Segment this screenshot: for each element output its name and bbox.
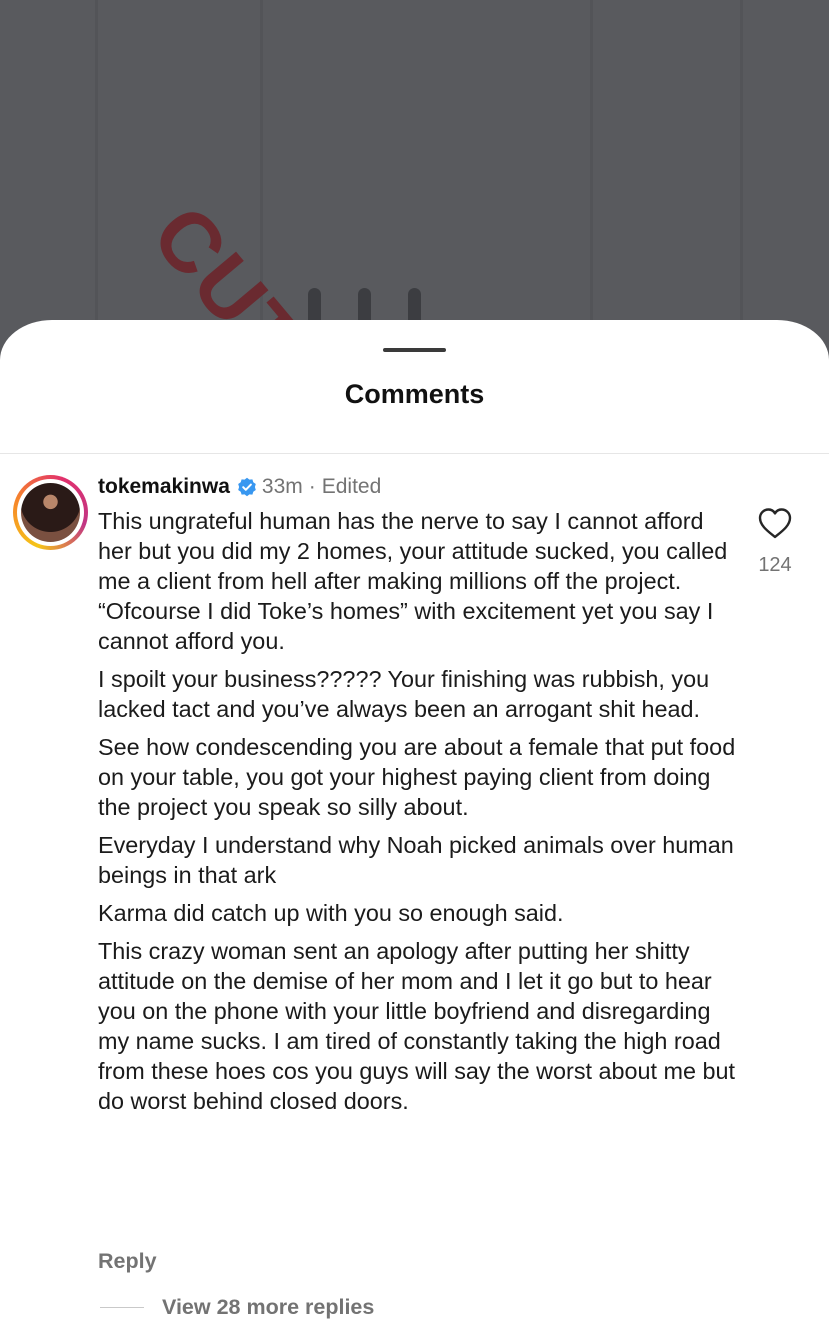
background-stripe (590, 0, 593, 360)
comment-paragraph: This ungrateful human has the nerve to s… (98, 508, 728, 654)
edited-label: Edited (321, 475, 382, 498)
verified-badge-icon (238, 477, 256, 497)
view-more-replies-label: View 28 more replies (162, 1295, 375, 1319)
background-stripe (740, 0, 743, 360)
comment-paragraph: I spoilt your business????? Your finishi… (98, 666, 710, 722)
background-stripe (95, 0, 98, 360)
sheet-grabber-handle[interactable] (383, 348, 446, 352)
like-count: 124 (758, 554, 792, 576)
background-image: CUTIE (0, 0, 829, 360)
comment-meta: tokemakinwa 33m · Edited (98, 472, 738, 502)
replies-line (100, 1307, 144, 1308)
sheet-title: Comments (344, 379, 485, 409)
header-divider (0, 453, 829, 454)
avatar (21, 483, 80, 542)
comment: tokemakinwa 33m · Edited This ungrateful… (98, 472, 738, 1124)
comment-username[interactable]: tokemakinwa (98, 475, 230, 499)
avatar-story-ring[interactable] (13, 475, 88, 550)
comment-paragraph: Karma did catch up with you so enough sa… (98, 900, 564, 926)
reply-button[interactable]: Reply (98, 1249, 157, 1274)
comment-paragraph: This crazy woman sent an apology after p… (98, 938, 736, 1114)
comment-body: This ungrateful human has the nerve to s… (98, 506, 738, 1116)
meta-separator: · (308, 475, 316, 498)
comment-time: 33m (261, 475, 303, 498)
comments-sheet: Comments tokemakinwa 33m · Edited This u… (0, 320, 829, 1332)
comment-paragraph: Everyday I understand why Noah picked an… (98, 832, 734, 888)
heart-icon[interactable] (757, 506, 793, 542)
comment-paragraph: See how condescending you are about a fe… (98, 734, 736, 820)
view-more-replies[interactable]: View 28 more replies (100, 1295, 374, 1320)
